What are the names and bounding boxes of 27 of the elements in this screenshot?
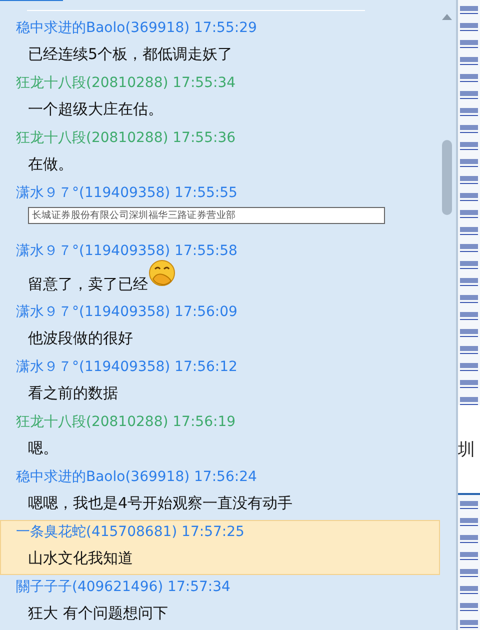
message-text: 看之前的数据	[28, 384, 118, 403]
message-header: 潇水９７°(119409358) 17:55:55	[16, 185, 238, 201]
message-text: 一个超级大庄在估。	[28, 100, 163, 119]
message-header: 潇水９７°(119409358) 17:55:58	[16, 243, 238, 259]
message-header: 狂龙十八段(20810288) 17:55:34	[16, 75, 236, 91]
partial-text: 圳	[458, 438, 476, 461]
message-text: 留意了，卖了已经	[28, 275, 148, 295]
message-header: 潇水９７°(119409358) 17:56:12	[16, 359, 238, 375]
pasted-image-text: 长城证券股份有限公司深圳福华三路证券营业部	[28, 207, 385, 224]
message-text: 狂大 有个问题想问下	[28, 604, 168, 623]
message-text: 他波段做的很好	[28, 329, 133, 348]
message-header: 潇水９７°(119409358) 17:56:09	[16, 304, 238, 320]
tab-indicator	[0, 0, 63, 2]
message-header: 一条臭花蛇(415708681) 17:57:25	[16, 524, 244, 540]
message-header: 關子子子(409621496) 17:57:34	[16, 579, 230, 595]
scroll-up-icon[interactable]	[442, 14, 452, 20]
message-text: 山水文化我知道	[28, 549, 133, 568]
scrollbar-thumb[interactable]	[442, 140, 452, 215]
emoji-icon	[148, 259, 176, 287]
message-text: 在做。	[28, 155, 73, 174]
message-header: 稳中求进的Baolo(369918) 17:56:24	[16, 469, 257, 485]
message-text: 嗯嗯，我也是4号开始观察一直没有动手	[28, 494, 293, 513]
message-header: 狂龙十八段(20810288) 17:55:36	[16, 130, 236, 146]
message-header: 稳中求进的Baolo(369918) 17:55:29	[16, 20, 257, 36]
message-text: 嗯。	[28, 439, 58, 458]
message-text: 已经连续5个板，都低调走妖了	[28, 45, 233, 64]
message-header: 狂龙十八段(20810288) 17:56:19	[16, 414, 236, 430]
